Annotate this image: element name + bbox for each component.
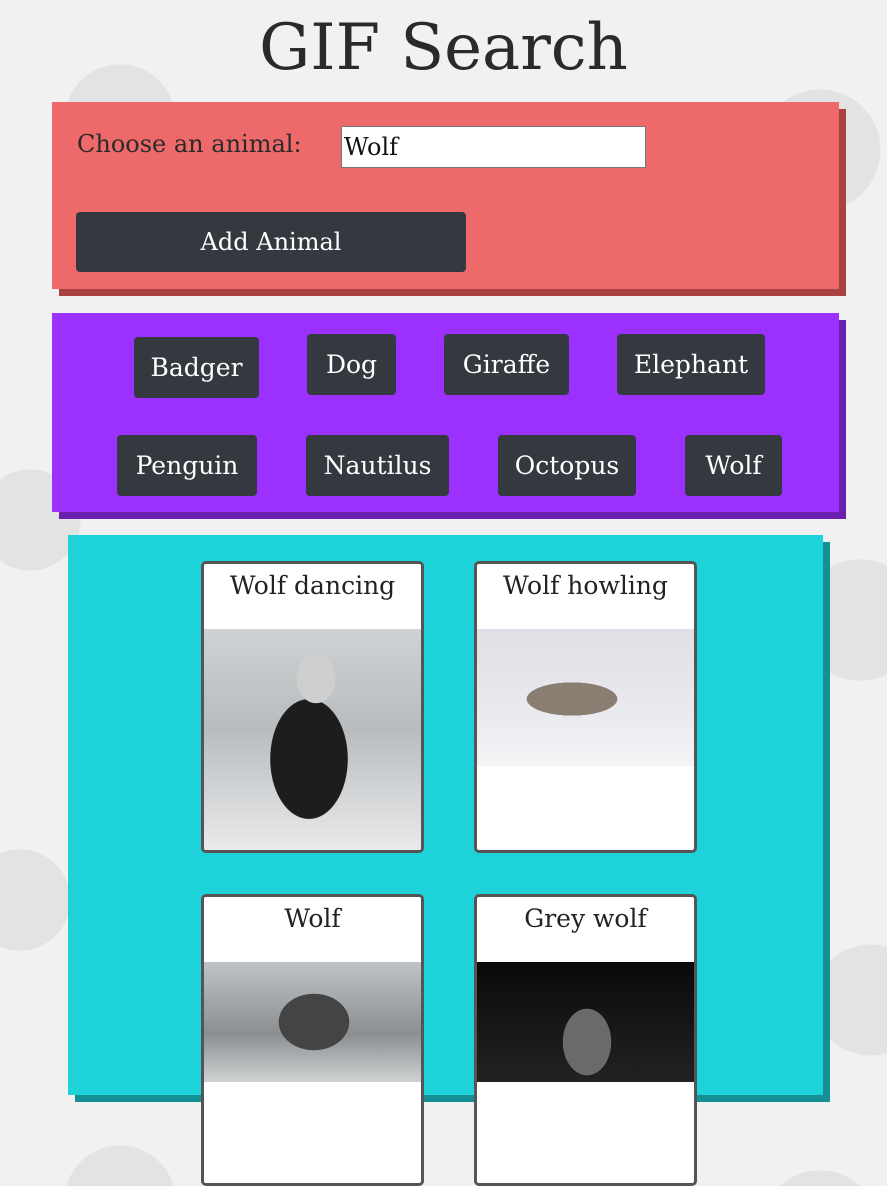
gif-card[interactable]: Wolf [201,894,424,1186]
page-title: GIF Search [259,11,628,85]
animal-button-nautilus[interactable]: Nautilus [306,435,449,496]
gif-card[interactable]: Wolf dancing [201,561,424,853]
animal-button-badger[interactable]: Badger [134,337,259,398]
animal-input[interactable] [341,126,646,168]
animal-button-octopus[interactable]: Octopus [498,435,636,496]
gif-image[interactable] [477,962,694,1082]
animal-button-dog[interactable]: Dog [307,334,396,395]
animal-button-penguin[interactable]: Penguin [117,435,257,496]
gif-title: Wolf dancing [229,571,396,600]
animal-button-wolf[interactable]: Wolf [685,435,782,496]
add-animal-form: Choose an animal: Add Animal [52,102,839,289]
gif-image[interactable] [204,962,421,1082]
animal-button-giraffe[interactable]: Giraffe [444,334,569,395]
gif-image[interactable] [204,629,421,850]
gif-results-panel: Wolf dancing Wolf howling Wolf Grey wolf [68,535,823,1186]
gif-card[interactable]: Wolf howling [474,561,697,853]
add-animal-button[interactable]: Add Animal [76,212,466,272]
animal-buttons-panel: Badger Dog Giraffe Elephant Penguin Naut… [52,313,839,512]
animal-input-label: Choose an animal: [77,130,302,158]
gif-title: Wolf [284,904,341,933]
gif-image[interactable] [477,629,694,766]
animal-button-elephant[interactable]: Elephant [617,334,765,395]
gif-title: Grey wolf [524,904,647,933]
gif-card[interactable]: Grey wolf [474,894,697,1186]
gif-title: Wolf howling [503,571,668,600]
